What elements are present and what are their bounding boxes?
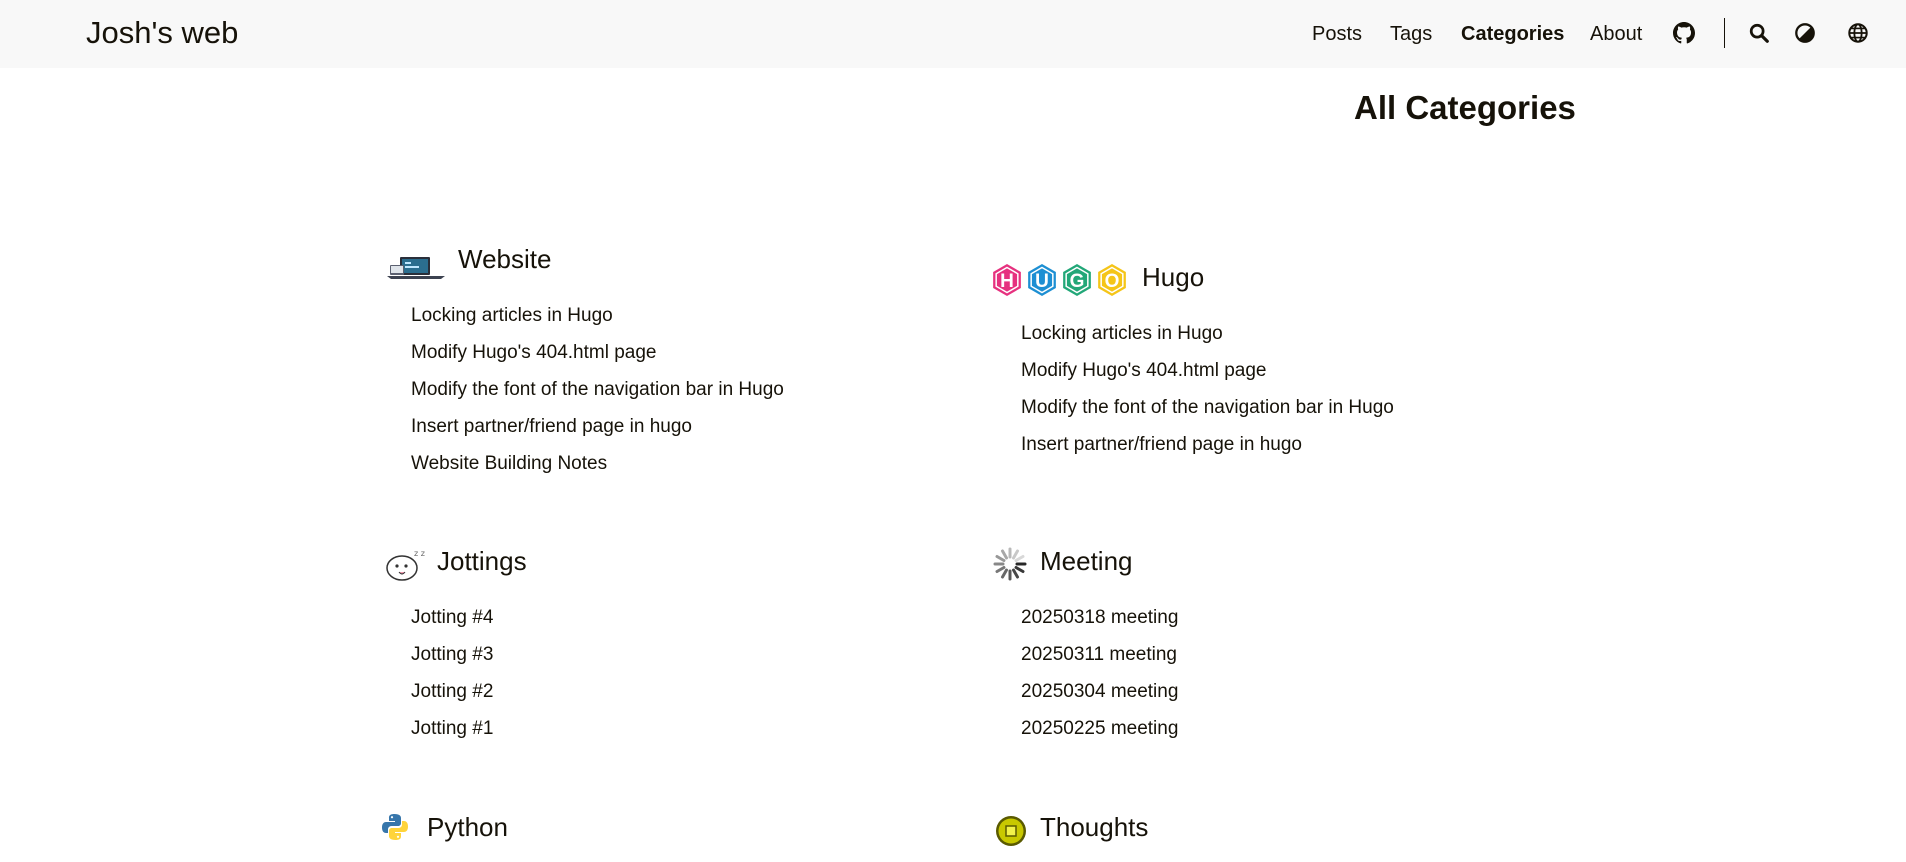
spinner-spoke [995, 555, 1006, 562]
nav-divider [1724, 18, 1725, 48]
menu-item-categories[interactable]: Categories [1461, 20, 1564, 48]
category-title-python[interactable]: Python [427, 810, 508, 844]
search-icon[interactable] [1746, 20, 1772, 46]
post-link[interactable]: Jotting #4 [411, 606, 493, 630]
category-title-meeting[interactable]: Meeting [1040, 544, 1133, 578]
svg-text:z z: z z [414, 549, 425, 558]
category-title-thoughts[interactable]: Thoughts [1040, 810, 1148, 844]
page-title: All Categories [1354, 89, 1576, 126]
hugo-logo-letter: U [1035, 271, 1049, 292]
post-link[interactable]: Modify the font of the navigation bar in… [1021, 396, 1394, 420]
post-link[interactable]: Insert partner/friend page in hugo [411, 415, 692, 439]
spinner-spoke [1001, 568, 1008, 579]
spinner-icon [992, 546, 1028, 582]
globe-icon[interactable] [1845, 20, 1871, 46]
spinner-spoke [1012, 568, 1019, 579]
menu-item-about[interactable]: About [1590, 20, 1642, 48]
post-link[interactable]: Jotting #3 [411, 643, 493, 667]
category-title-jottings[interactable]: Jottings [437, 544, 527, 578]
post-link[interactable]: Modify Hugo's 404.html page [1021, 359, 1267, 383]
post-link[interactable]: 20250311 meeting [1021, 643, 1177, 667]
post-link[interactable]: Locking articles in Hugo [1021, 322, 1223, 346]
spinner-spoke [1014, 555, 1025, 562]
category-title-website[interactable]: Website [458, 242, 551, 276]
coin-icon [994, 814, 1028, 848]
python-icon [380, 812, 410, 842]
theme-toggle-icon[interactable] [1792, 20, 1818, 46]
laptop-icon [386, 252, 446, 282]
site-logo[interactable]: Josh's web [86, 12, 238, 54]
post-link[interactable]: Website Building Notes [411, 452, 607, 476]
cute-blob-icon: z z [384, 546, 426, 582]
hugo-logo-letter: H [1000, 271, 1014, 292]
hugo-logo-letter: O [1105, 271, 1120, 292]
post-link[interactable]: 20250225 meeting [1021, 717, 1178, 741]
github-icon[interactable] [1671, 20, 1697, 46]
post-link[interactable]: Locking articles in Hugo [411, 304, 613, 328]
post-link[interactable]: Insert partner/friend page in hugo [1021, 433, 1302, 457]
hugo-logo-icon: HUGO [990, 262, 1130, 298]
spinner-spoke [1012, 549, 1019, 560]
spinner-spoke [1001, 549, 1008, 560]
hugo-logo-letter: G [1070, 271, 1085, 292]
site-header: Josh's web Posts Tags Categories About [0, 0, 1906, 68]
menu-item-tags[interactable]: Tags [1390, 20, 1432, 48]
post-link[interactable]: 20250304 meeting [1021, 680, 1178, 704]
spinner-spoke [995, 566, 1006, 573]
post-link[interactable]: Modify the font of the navigation bar in… [411, 378, 784, 402]
post-link[interactable]: 20250318 meeting [1021, 606, 1178, 630]
category-title-hugo[interactable]: Hugo [1142, 260, 1204, 294]
spinner-spoke [1014, 566, 1025, 573]
post-link[interactable]: Modify Hugo's 404.html page [411, 341, 657, 365]
menu-item-posts[interactable]: Posts [1312, 20, 1362, 48]
post-link[interactable]: Jotting #2 [411, 680, 493, 704]
post-link[interactable]: Jotting #1 [411, 717, 493, 741]
